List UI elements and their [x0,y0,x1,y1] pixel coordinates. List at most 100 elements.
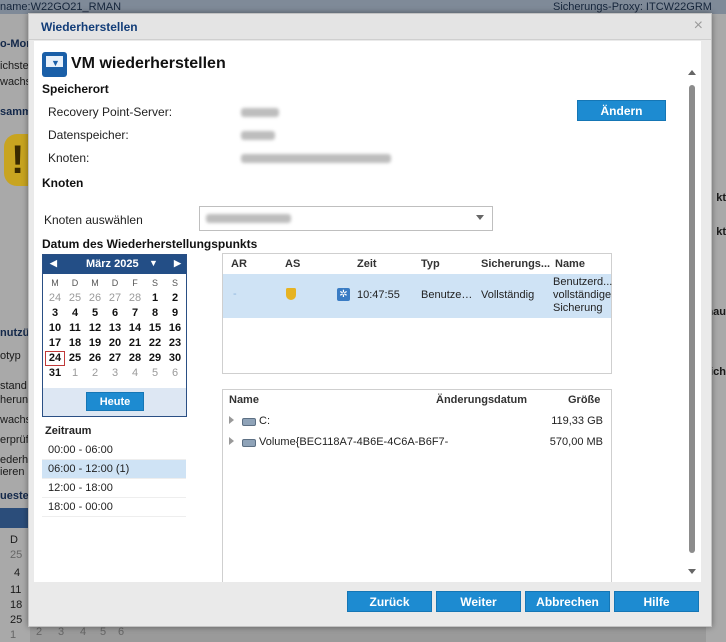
calendar-day[interactable]: 24 [45,351,65,366]
calendar-day[interactable]: 25 [65,291,85,306]
tree-item-name: C: [259,415,270,427]
calendar-week-row: 24 25 26 27 28 1 2 [43,291,186,306]
calendar-day[interactable]: 2 [85,366,105,381]
column-header-name[interactable]: Name [229,394,259,406]
calendar-day[interactable]: 2 [165,291,185,306]
column-header-as[interactable]: AS [285,258,300,270]
calendar-day[interactable]: 7 [125,306,145,321]
bg-cal-text: 4 [80,626,87,638]
calendar-day[interactable]: 26 [85,291,105,306]
calendar-day[interactable]: 28 [125,291,145,306]
calendar-week-row: 10 11 12 13 14 15 16 [43,321,186,336]
calendar-day[interactable]: 17 [45,336,65,351]
time-range-item[interactable]: 00:00 - 06:00 [42,441,186,460]
bg-left-text: nutzül [0,327,30,339]
column-header-zeit[interactable]: Zeit [357,258,377,270]
next-button[interactable]: Weiter [436,591,521,612]
next-month-icon[interactable]: ▶ [174,258,181,269]
vm-restore-icon: ▼ [42,52,67,77]
calendar-day[interactable]: 1 [65,366,85,381]
cancel-button[interactable]: Abbrechen [525,591,610,612]
calendar-day[interactable]: 19 [85,336,105,351]
calendar-day[interactable]: 22 [145,336,165,351]
background-proxy-label: Sicherungs-Proxy: ITCW22GRM [553,1,712,13]
today-button[interactable]: Heute [86,392,144,411]
calendar-day[interactable]: 6 [105,306,125,321]
expand-icon[interactable] [229,437,234,445]
calendar-day[interactable]: 3 [105,366,125,381]
weekday-label: S [151,278,158,288]
calendar-day[interactable]: 23 [165,336,185,351]
calendar: ◀ März 2025 ▼ ▶ M D M D F S S 24 25 26 27 28 1 2 3 4 5 6 7… [42,254,187,417]
calendar-day[interactable]: 14 [125,321,145,336]
background-computer-name: name:W22GO21_RMAN [0,1,122,13]
change-button[interactable]: Ändern [577,100,666,121]
scrollbar[interactable] [687,67,696,577]
calendar-day[interactable]: 24 [45,291,65,306]
calendar-day[interactable]: 3 [45,306,65,321]
calendar-day[interactable]: 27 [105,351,125,366]
time-range-item[interactable]: 06:00 - 12:00 (1) [42,460,186,479]
calendar-day[interactable]: 4 [125,366,145,381]
bg-right-text: kt [716,226,726,238]
cell-name-line: Sicherung [553,302,603,314]
tree-row[interactable]: C: 119,33 GB [223,412,611,432]
calendar-day[interactable]: 25 [65,351,85,366]
calendar-week-row: 31 1 2 3 4 5 6 [43,366,186,381]
calendar-grid: M D M D F S S 24 25 26 27 28 1 2 3 4 5 6 7 8 9 10 11 12 13 14 15 16… [43,276,186,381]
calendar-day[interactable]: 30 [165,351,185,366]
close-icon[interactable]: × [694,17,703,35]
tree-row[interactable]: Volume{BEC118A7-4B6E-4C6A-B6F7- 570,00 M… [223,433,611,453]
calendar-month[interactable]: März 2025 [86,258,139,270]
calendar-day[interactable]: 28 [125,351,145,366]
column-header-ar[interactable]: AR [231,258,247,270]
calendar-day[interactable]: 8 [145,306,165,321]
calendar-day[interactable]: 31 [45,366,65,381]
calendar-day[interactable]: 9 [165,306,185,321]
expand-icon[interactable] [229,416,234,424]
label-knoten: Knoten: [48,151,90,165]
calendar-day[interactable]: 5 [85,306,105,321]
column-header-date[interactable]: Änderungsdatum [436,394,527,406]
calendar-day[interactable]: 16 [165,321,185,336]
scrollbar-thumb[interactable] [689,85,695,553]
bg-right-text: kt [716,192,726,204]
calendar-day[interactable]: 6 [165,366,185,381]
calendar-day[interactable]: 20 [105,336,125,351]
calendar-day[interactable]: 12 [85,321,105,336]
calendar-day[interactable]: 26 [85,351,105,366]
calendar-day[interactable]: 1 [145,291,165,306]
calendar-day[interactable]: 29 [145,351,165,366]
node-select[interactable] [199,206,493,231]
calendar-day[interactable]: 4 [65,306,85,321]
cell-time: 10:47:55 [357,289,400,301]
column-header-typ[interactable]: Typ [421,258,440,270]
calendar-day[interactable]: 15 [145,321,165,336]
calendar-footer: Heute [43,388,186,416]
calendar-day[interactable]: 13 [105,321,125,336]
column-header-name[interactable]: Name [555,258,585,270]
month-dropdown-icon[interactable]: ▼ [149,258,158,268]
calendar-day[interactable]: 10 [45,321,65,336]
column-header-size[interactable]: Größe [568,394,600,406]
weekday-label: M [51,278,59,288]
time-range-item[interactable]: 18:00 - 00:00 [42,498,186,517]
column-header-sicherung[interactable]: Sicherungs... [481,258,550,270]
calendar-day[interactable]: 18 [65,336,85,351]
table-row[interactable]: - ✲ 10:47:55 Benutze… Vollständig Benutz… [223,274,612,318]
calendar-day[interactable]: 21 [125,336,145,351]
bg-cal-text: 25 [10,614,23,626]
scroll-up-icon[interactable] [688,70,696,75]
dialog-content: ▼ VM wiederherstellen Speicherort Recove… [34,41,701,582]
previous-month-icon[interactable]: ◀ [50,258,57,269]
calendar-day[interactable]: 11 [65,321,85,336]
help-button[interactable]: Hilfe [614,591,699,612]
label-datenspeicher: Datenspeicher: [48,128,129,142]
bg-cal-text: 3 [58,626,65,638]
calendar-day[interactable]: 5 [145,366,165,381]
calendar-day[interactable]: 27 [105,291,125,306]
bg-cal-text: 11 [10,584,22,596]
back-button[interactable]: Zurück [347,591,432,612]
scroll-down-icon[interactable] [688,569,696,574]
time-range-item[interactable]: 12:00 - 18:00 [42,479,186,498]
